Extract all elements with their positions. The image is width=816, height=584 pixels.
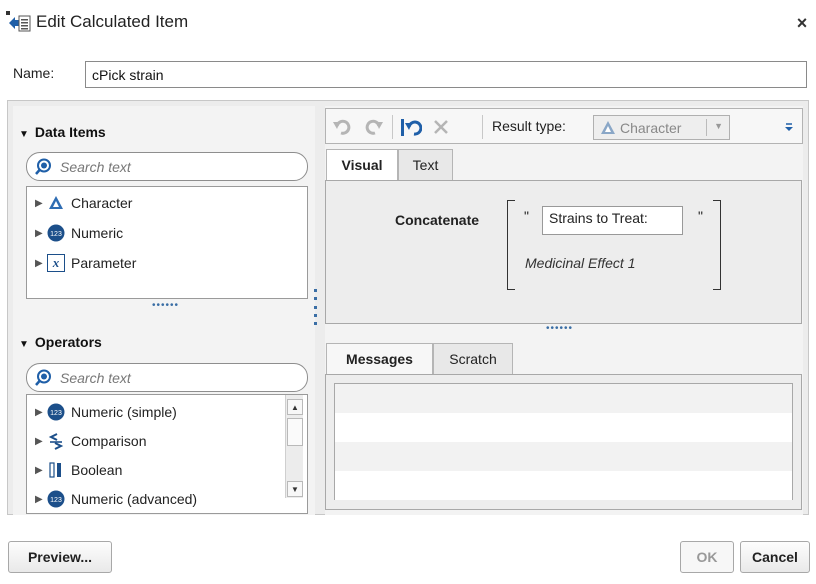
scroll-up-icon[interactable]: ▲ [287,399,303,415]
tree-item-label: Numeric [71,225,124,241]
expand-arrow-icon: ▶ [35,257,43,269]
svg-text:123: 123 [50,497,62,504]
pane-splitter[interactable] [314,289,318,325]
ok-button[interactable]: OK [680,541,734,573]
column-argument[interactable]: Medicinal Effect 1 [525,255,636,271]
tree-item-numeric-simple[interactable]: ▶ 123 Numeric (simple) [35,401,177,423]
scroll-down-icon[interactable]: ▼ [287,481,303,497]
tree-item-numeric[interactable]: ▶ 123 Numeric [35,222,123,244]
name-input[interactable] [85,61,807,88]
search-placeholder: Search text [60,159,131,175]
operators-scrollbar[interactable]: ▲ ▼ [285,395,303,498]
tree-item-label: Character [71,195,133,211]
literal-argument[interactable]: Strains to Treat: [542,206,683,235]
tab-text[interactable]: Text [398,149,453,180]
operators-header-label: Operators [34,334,102,350]
tab-scratch[interactable]: Scratch [433,343,513,374]
messages-panel [325,374,802,510]
message-row [335,413,792,442]
data-items-search[interactable]: Search text [26,152,308,181]
data-items-header[interactable]: ▼ Data Items [19,124,106,140]
expand-arrow-icon: ▶ [35,227,43,239]
expand-arrow-icon: ▶ [35,406,43,418]
numeric-icon: 123 [47,224,65,242]
tree-item-character[interactable]: ▶ Character [35,192,132,214]
operators-search[interactable]: Search text [26,363,308,392]
editor-toolbar: Result type: Character ▼ [325,108,803,144]
collapse-arrow-icon: ▼ [19,129,29,140]
parameter-icon: x [47,254,65,272]
tree-item-parameter[interactable]: ▶ x Parameter [35,252,136,274]
messages-list [334,383,793,500]
redo-icon[interactable] [362,117,384,137]
preview-button[interactable]: Preview... [8,541,112,573]
result-type-label: Result type: [492,118,566,134]
calculated-item-icon [6,11,31,32]
tree-item-label: Comparison [71,433,147,449]
result-type-value: Character [620,119,682,136]
toolbar-separator [392,115,393,139]
scrollbar-thumb[interactable] [287,418,303,446]
dialog-title: Edit Calculated Item [36,12,189,31]
numeric-icon: 123 [47,490,65,508]
vertical-splitter-left[interactable]: •••••• [152,300,179,311]
message-row [335,442,792,471]
horizontal-splitter[interactable]: •••••• [546,323,573,334]
overflow-menu-icon[interactable] [778,117,800,137]
close-button[interactable]: × [792,13,812,33]
search-icon [35,369,51,386]
data-items-header-label: Data Items [34,124,106,140]
tree-item-label: Parameter [71,255,137,271]
operators-header[interactable]: ▼ Operators [19,334,102,350]
tree-item-label: Numeric (simple) [71,404,177,420]
comparison-icon [47,432,65,450]
name-label: Name: [13,65,55,81]
search-icon [35,158,51,175]
search-placeholder: Search text [60,370,131,386]
boolean-icon [47,461,65,479]
numeric-icon: 123 [47,403,65,421]
chevron-down-icon: ▼ [714,121,723,131]
cancel-button[interactable]: Cancel [740,541,810,573]
tree-item-label: Boolean [71,462,123,478]
delete-icon[interactable] [430,117,452,137]
select-divider [706,119,707,136]
tab-messages[interactable]: Messages [326,343,433,374]
operators-list: ▶ 123 Numeric (simple) ▶ Comparison ▶ Bo… [26,394,308,514]
character-icon [47,194,65,212]
undo-icon[interactable] [332,117,354,137]
tree-item-comparison[interactable]: ▶ Comparison [35,430,146,452]
visual-editor-panel [325,180,802,324]
expand-arrow-icon: ▶ [35,464,43,476]
tree-item-boolean[interactable]: ▶ Boolean [35,459,122,481]
quote-close: " [698,208,703,224]
tree-item-numeric-advanced[interactable]: ▶ 123 Numeric (advanced) [35,488,197,510]
reset-icon[interactable] [400,117,422,137]
tab-visual[interactable]: Visual [326,149,398,180]
svg-text:x: x [52,255,60,270]
expand-arrow-icon: ▶ [35,197,43,209]
collapse-arrow-icon: ▼ [19,339,29,350]
svg-text:123: 123 [50,231,62,238]
toolbar-separator [482,115,483,139]
tree-item-label: Numeric (advanced) [71,491,198,507]
function-name[interactable]: Concatenate [395,212,479,228]
message-row [335,384,792,413]
message-row [335,471,792,500]
quote-open: " [524,208,529,224]
result-type-select[interactable]: Character ▼ [593,115,730,140]
left-bracket [507,200,515,290]
expand-arrow-icon: ▶ [35,493,43,505]
data-items-list: ▶ Character ▶ 123 Numeric ▶ x Parameter [26,186,308,299]
character-icon [601,120,615,134]
expand-arrow-icon: ▶ [35,435,43,447]
svg-text:123: 123 [50,410,62,417]
right-bracket [713,200,721,290]
